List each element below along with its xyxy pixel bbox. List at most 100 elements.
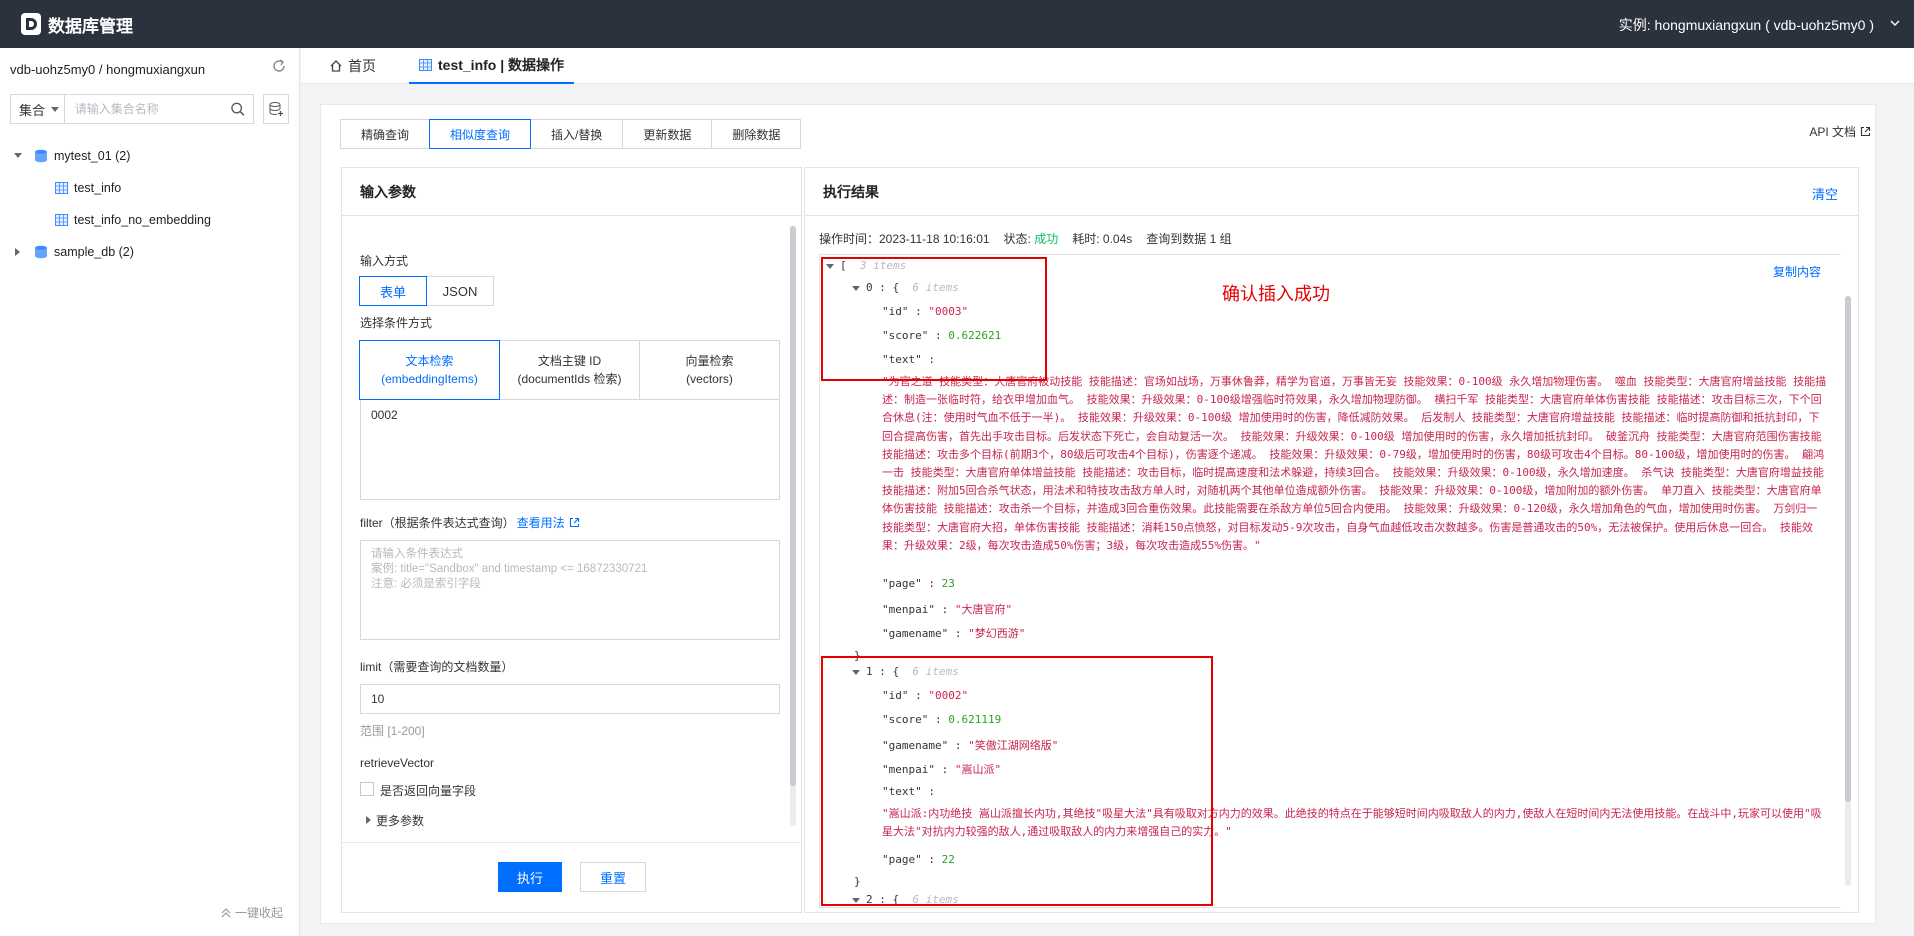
tab-data-operation[interactable]: test_info | 数据操作 <box>409 48 575 84</box>
limit-input[interactable]: 10 <box>360 684 780 714</box>
expand-arrow-icon[interactable] <box>14 153 22 158</box>
json-text-value: "为官之道 技能类型：大唐官府被动技能 技能描述：官场如战场，万事休鲁莽，精学为… <box>882 375 1827 552</box>
table-icon <box>55 182 68 194</box>
instance-selector[interactable]: 实例: hongmuxiangxun ( vdb-uohz5my0 ) <box>1619 15 1874 35</box>
database-icon <box>35 149 47 163</box>
json-value: "梦幻西游" <box>968 627 1026 640</box>
insert-success-annotation: 确认插入成功 <box>1222 284 1330 305</box>
mode-json-button[interactable]: JSON <box>426 276 494 306</box>
input-panel-title: 输入参数 <box>342 168 801 216</box>
tree-item-label: sample_db (2) <box>54 245 134 259</box>
tree-item-label: test_info <box>74 181 122 195</box>
database-tree: mytest_01 (2) test_info test_info_no_emb… <box>0 140 300 268</box>
collapse-all-label: 一键收起 <box>235 906 284 920</box>
input-mode-label: 输入方式 <box>360 254 409 268</box>
external-link-icon <box>1860 126 1871 137</box>
json-field-gamename: "gamename" : "梦幻西游" <box>882 627 1026 640</box>
exec-result-count: 查询到数据 1 组 <box>1146 232 1232 246</box>
mode-form-button[interactable]: 表单 <box>359 276 427 306</box>
run-button[interactable]: 执行 <box>498 862 562 892</box>
external-link-icon[interactable] <box>569 517 580 528</box>
filter-placeholder-line: 注意: 必须是索引字段 <box>371 578 481 590</box>
sidebar-header: vdb-uohz5my0 / hongmuxiangxun <box>10 61 206 77</box>
app-title: 数据库管理 <box>48 16 133 36</box>
caret-down-icon <box>51 106 60 112</box>
json-field-menpai: "menpai" : "大唐官府" <box>882 603 1013 616</box>
api-doc-link[interactable]: API 文档 <box>1809 123 1871 140</box>
table-icon <box>55 214 68 226</box>
condition-document-id[interactable]: 文档主键 ID (documentIds 检索) <box>499 340 640 400</box>
tab-update-data[interactable]: 更新数据 <box>622 119 713 149</box>
tab-exact-query[interactable]: 精确查询 <box>340 119 431 149</box>
tree-item-mytest-01[interactable]: mytest_01 (2) <box>0 140 300 172</box>
database-icon <box>35 245 47 259</box>
json-value: "大唐官府" <box>954 603 1013 616</box>
collapse-all-button[interactable]: 一键收起 <box>220 904 283 921</box>
limit-range-hint: 范围 [1-200] <box>360 724 425 738</box>
expand-arrow-icon[interactable] <box>366 816 371 824</box>
footer-divider <box>342 842 801 843</box>
condition-title: 文本检索 <box>405 354 454 368</box>
condition-text-search[interactable]: 文本检索 (embeddingItems) <box>359 340 500 400</box>
execution-meta: 操作时间：2023-11-18 10:16:01 状态: 成功 耗时: 0.04… <box>819 230 1232 247</box>
exec-time: 操作时间：2023-11-18 10:16:01 <box>819 232 990 246</box>
tree-item-label: mytest_01 (2) <box>54 149 131 163</box>
condition-subtitle: (documentIds 检索) <box>517 372 622 386</box>
clear-button[interactable]: 清空 <box>1812 184 1838 203</box>
refresh-icon[interactable] <box>271 58 287 74</box>
add-database-button[interactable] <box>263 94 289 124</box>
highlight-box-item-1 <box>821 656 1213 906</box>
app-logo: 数据库管理 <box>20 12 133 37</box>
tree-item-test-info-no-embedding[interactable]: test_info_no_embedding <box>0 204 300 236</box>
tab-similarity-query[interactable]: 相似度查询 <box>429 119 532 149</box>
result-scrollbar[interactable] <box>1845 296 1851 802</box>
condition-title: 文档主键 ID <box>537 354 602 368</box>
database-add-icon <box>269 102 283 116</box>
scope-select-label: 集合 <box>19 102 46 118</box>
limit-label: limit（需要查询的文档数量） <box>360 660 514 674</box>
exec-status: 状态: 成功 <box>1004 230 1059 247</box>
tab-insert-replace[interactable]: 插入/替换 <box>530 119 624 149</box>
collection-search-input[interactable] <box>64 96 230 122</box>
condition-title: 向量检索 <box>685 354 734 368</box>
tab-delete-data[interactable]: 删除数据 <box>711 119 802 149</box>
filter-placeholder-line: 请输入条件表达式 <box>371 548 463 560</box>
scope-select[interactable]: 集合 <box>11 95 65 123</box>
table-icon <box>419 59 432 71</box>
api-doc-label: API 文档 <box>1809 125 1856 139</box>
filter-usage-link[interactable]: 查看用法 <box>517 514 565 531</box>
highlight-box-item-0 <box>821 257 1047 381</box>
search-icon[interactable] <box>230 101 245 117</box>
input-panel-scrollbar[interactable] <box>790 226 796 786</box>
filter-textarea[interactable]: 请输入条件表达式 案例: title="Sandbox" and timesta… <box>360 540 780 640</box>
retrieve-vector-label: retrieveVector <box>360 756 435 770</box>
condition-subtitle: (vectors) <box>686 372 733 386</box>
tree-item-sample-db[interactable]: sample_db (2) <box>0 236 300 268</box>
exec-elapsed: 耗时: 0.04s <box>1072 232 1133 246</box>
tree-item-label: test_info_no_embedding <box>74 213 211 227</box>
filter-placeholder-line: 案例: title="Sandbox" and timestamp <= 168… <box>371 563 648 575</box>
retrieve-vector-checkbox[interactable] <box>360 782 374 796</box>
condition-vector-search[interactable]: 向量检索 (vectors) <box>639 340 780 400</box>
double-chevron-up-icon <box>221 907 231 917</box>
tree-item-test-info[interactable]: test_info <box>0 172 300 204</box>
tab-label: test_info | 数据操作 <box>438 57 565 73</box>
input-params-panel: 输入参数 输入方式 表单 JSON 选择条件方式 文本检索 (embedding… <box>341 167 802 913</box>
result-panel-title: 执行结果 <box>805 168 1858 216</box>
filter-label: filter（根据条件表达式查询） 查看用法 <box>360 514 580 531</box>
chevron-down-icon[interactable] <box>1890 18 1900 28</box>
operation-tabs: 精确查询 相似度查询 插入/替换 更新数据 删除数据 <box>340 119 802 149</box>
collapse-arrow-icon[interactable] <box>15 248 20 256</box>
more-params-toggle[interactable]: 更多参数 <box>376 812 424 829</box>
filter-label-text: filter（根据条件表达式查询） <box>360 516 515 530</box>
reset-button[interactable]: 重置 <box>580 862 646 892</box>
tab-home[interactable]: 首页 <box>329 48 389 84</box>
condition-mode-selector: 文本检索 (embeddingItems) 文档主键 ID (documentI… <box>359 340 780 400</box>
top-bar: 数据库管理 实例: hongmuxiangxun ( vdb-uohz5my0 … <box>0 0 1914 48</box>
json-value: 23 <box>941 577 955 590</box>
input-mode-toggle: 表单 JSON <box>359 276 494 306</box>
retrieve-vector-checkbox-label: 是否返回向量字段 <box>380 784 477 798</box>
copy-content-button[interactable]: 复制内容 <box>1773 263 1821 280</box>
condition-textarea[interactable]: 0002 <box>360 400 780 500</box>
tab-label: 首页 <box>348 58 376 74</box>
